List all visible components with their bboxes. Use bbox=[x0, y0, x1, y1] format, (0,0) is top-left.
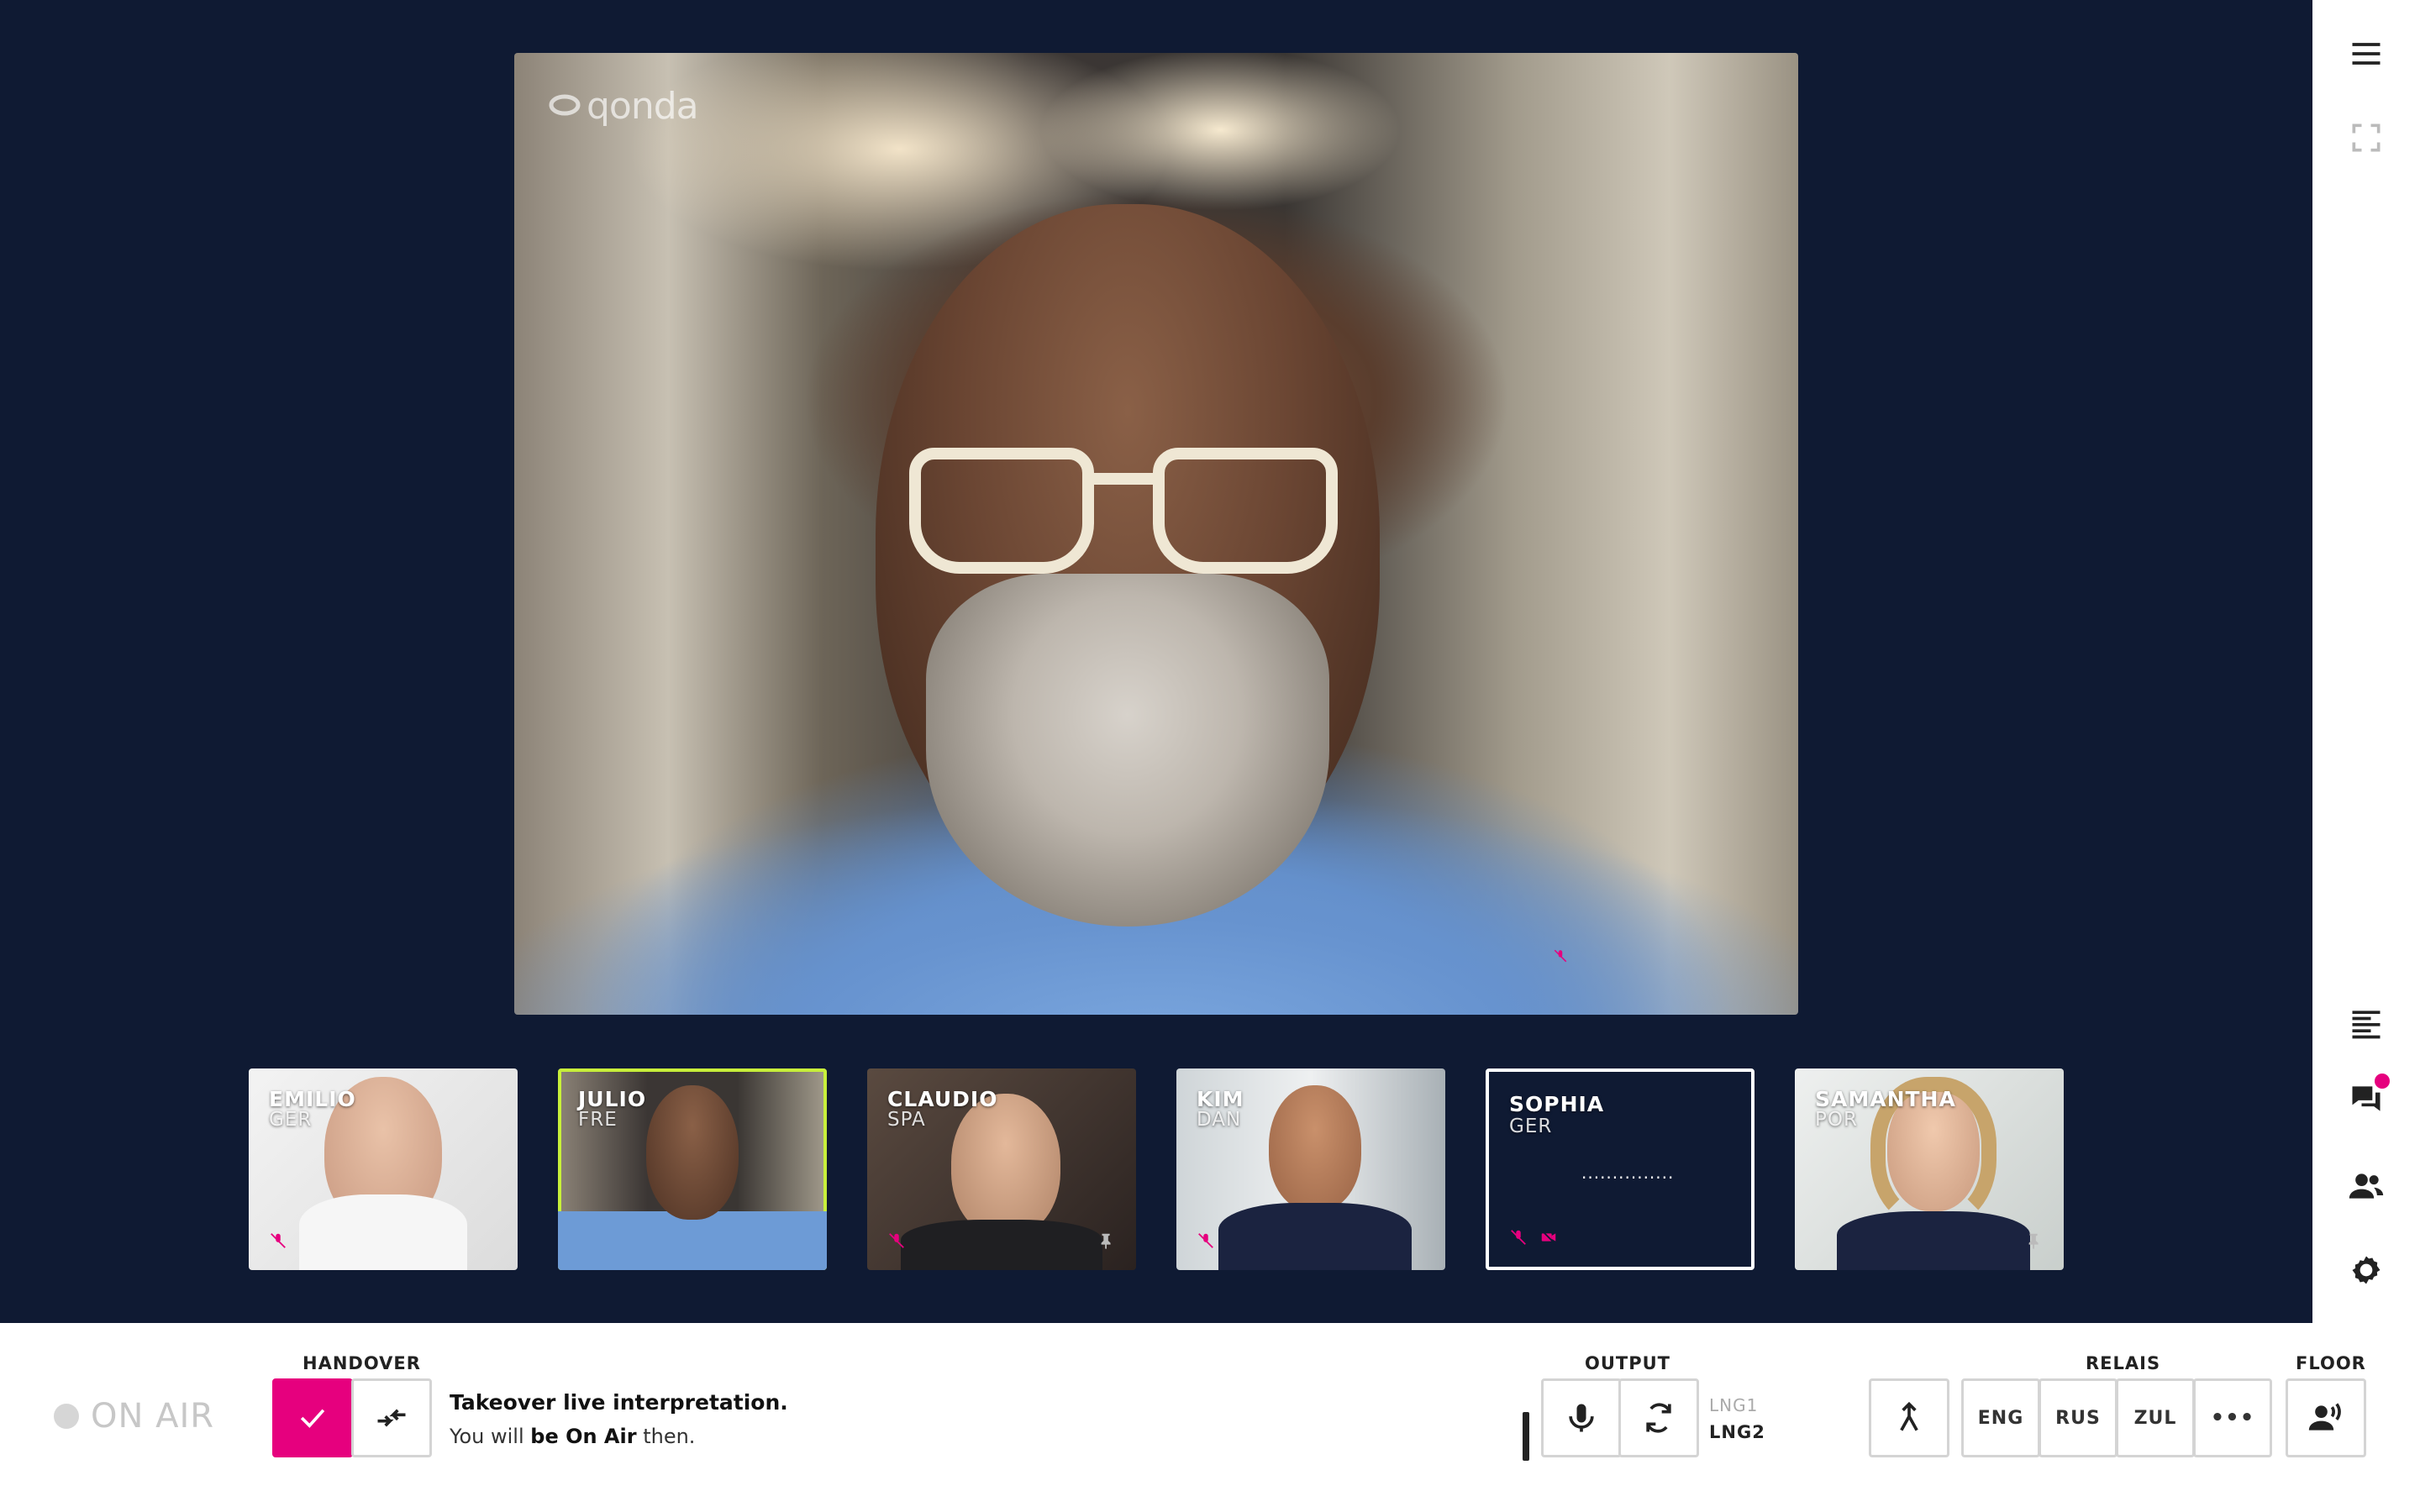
speaker-person-icon bbox=[2308, 1403, 2341, 1431]
settings-button[interactable] bbox=[2339, 1243, 2393, 1297]
participant-tile-julio[interactable]: JULIO FRE bbox=[558, 1068, 827, 1270]
merge-icon bbox=[1900, 1401, 1918, 1431]
fullscreen-button[interactable] bbox=[2339, 111, 2393, 165]
output-lng2[interactable]: LNG2 bbox=[1709, 1422, 1765, 1442]
speaker-beard bbox=[926, 574, 1329, 927]
relais-option-label: ZUL bbox=[2133, 1407, 2177, 1429]
chat-notification-dot bbox=[2375, 1074, 2390, 1089]
participant-language: POR bbox=[1815, 1109, 1858, 1131]
swap-handover-button[interactable] bbox=[351, 1378, 432, 1457]
microphone-icon bbox=[1569, 1404, 1594, 1432]
on-air-label: ON AIR bbox=[91, 1397, 215, 1436]
camera-off-icon bbox=[1541, 1230, 1556, 1245]
participant-language: SPA bbox=[887, 1109, 926, 1131]
takeover-sub-bold: be On Air bbox=[530, 1425, 637, 1448]
participant-language: GER bbox=[1509, 1116, 1553, 1137]
glasses-bridge bbox=[1094, 473, 1153, 485]
participant-face bbox=[1269, 1085, 1361, 1211]
hamburger-icon bbox=[2352, 43, 2381, 65]
video-stage: qonda EMILIO GER JULIO FRE CLAUDIO SPA K… bbox=[0, 0, 2312, 1323]
menu-button[interactable] bbox=[2339, 27, 2393, 81]
takeover-subtitle: You will be On Air then. bbox=[450, 1425, 788, 1448]
qonda-logo: qonda bbox=[548, 85, 699, 128]
participant-shirt bbox=[299, 1194, 467, 1270]
glasses-left-lens bbox=[909, 448, 1094, 574]
relais-option-zul[interactable]: ZUL bbox=[2116, 1378, 2195, 1457]
microphone-button[interactable] bbox=[1541, 1378, 1622, 1457]
takeover-message: Takeover live interpretation. You will b… bbox=[450, 1390, 788, 1448]
qonda-logo-icon bbox=[549, 94, 581, 115]
participant-tile-sophia[interactable]: SOPHIA GER ............... bbox=[1486, 1068, 1754, 1270]
participant-shirt bbox=[1837, 1211, 2030, 1270]
check-icon bbox=[300, 1409, 325, 1428]
participant-shirt bbox=[558, 1211, 827, 1270]
main-muted-mic-icon bbox=[1554, 949, 1567, 963]
floor-button[interactable] bbox=[2286, 1378, 2366, 1457]
participant-tile-claudio[interactable]: CLAUDIO SPA bbox=[867, 1068, 1136, 1270]
chat-button[interactable] bbox=[2339, 1072, 2393, 1126]
participant-language: FRE bbox=[578, 1109, 618, 1131]
no-video-placeholder: ............... bbox=[1581, 1163, 1675, 1183]
participant-face bbox=[646, 1085, 739, 1220]
audio-level-meter bbox=[1523, 1412, 1529, 1461]
muted-mic-icon bbox=[1198, 1233, 1213, 1248]
relais-label: RELAIS bbox=[2086, 1353, 2161, 1373]
sync-icon bbox=[1646, 1403, 1671, 1433]
participants-button[interactable] bbox=[2339, 1159, 2393, 1213]
participant-shirt bbox=[1218, 1203, 1412, 1270]
participant-name: SOPHIA bbox=[1509, 1092, 1605, 1116]
participant-tile-emilio[interactable]: EMILIO GER bbox=[249, 1068, 518, 1270]
output-label: OUTPUT bbox=[1585, 1353, 1670, 1373]
muted-mic-icon bbox=[889, 1233, 904, 1248]
people-icon bbox=[2349, 1173, 2384, 1199]
participant-language: GER bbox=[269, 1109, 313, 1131]
participant-name: SAMANTHA bbox=[1815, 1087, 1956, 1111]
pin-icon[interactable] bbox=[2025, 1231, 2044, 1250]
accept-handover-button[interactable] bbox=[272, 1378, 353, 1457]
participant-shirt bbox=[901, 1220, 1102, 1270]
swap-arrows-icon bbox=[377, 1409, 406, 1427]
participant-face bbox=[951, 1094, 1060, 1236]
pin-icon[interactable] bbox=[1097, 1231, 1116, 1250]
right-sidebar bbox=[2312, 0, 2420, 1323]
participant-tile-samantha[interactable]: SAMANTHA POR bbox=[1795, 1068, 2064, 1270]
participant-name: CLAUDIO bbox=[887, 1087, 998, 1111]
relais-option-label: ENG bbox=[1977, 1407, 2024, 1429]
relais-option-eng[interactable]: ENG bbox=[1961, 1378, 2040, 1457]
on-air-dot bbox=[54, 1404, 79, 1429]
relais-option-label: RUS bbox=[2055, 1407, 2101, 1429]
takeover-sub-prefix: You will bbox=[450, 1425, 531, 1448]
muted-mic-icon bbox=[1511, 1230, 1526, 1245]
main-speaker-video[interactable]: qonda bbox=[514, 53, 1798, 1015]
logo-text: qonda bbox=[587, 85, 699, 128]
participant-name: JULIO bbox=[578, 1087, 647, 1111]
on-air-indicator: ON AIR bbox=[54, 1397, 214, 1436]
handover-label: HANDOVER bbox=[302, 1353, 421, 1373]
takeover-title: Takeover live interpretation. bbox=[450, 1390, 788, 1415]
glasses-right-lens bbox=[1153, 448, 1338, 574]
bottom-control-bar: ON AIR HANDOVER Takeover live interpreta… bbox=[0, 1323, 2420, 1512]
switch-output-button[interactable] bbox=[1618, 1378, 1699, 1457]
more-dots-icon: ••• bbox=[2210, 1405, 2255, 1431]
participant-language: DAN bbox=[1197, 1109, 1242, 1131]
text-align-icon bbox=[2352, 1011, 2381, 1039]
output-lng1[interactable]: LNG1 bbox=[1709, 1395, 1758, 1415]
floor-label: FLOOR bbox=[2296, 1353, 2366, 1373]
takeover-sub-suffix: then. bbox=[636, 1425, 696, 1448]
fullscreen-icon bbox=[2352, 123, 2381, 152]
relais-option-rus[interactable]: RUS bbox=[2039, 1378, 2118, 1457]
gear-icon bbox=[2352, 1256, 2381, 1284]
relais-more-button[interactable]: ••• bbox=[2193, 1378, 2272, 1457]
participant-name: EMILIO bbox=[269, 1087, 356, 1111]
participant-tile-kim[interactable]: KIM DAN bbox=[1176, 1068, 1445, 1270]
muted-mic-icon bbox=[271, 1233, 286, 1248]
participant-name: KIM bbox=[1197, 1087, 1244, 1111]
transcript-button[interactable] bbox=[2339, 996, 2393, 1050]
merge-relais-button[interactable] bbox=[1869, 1378, 1949, 1457]
